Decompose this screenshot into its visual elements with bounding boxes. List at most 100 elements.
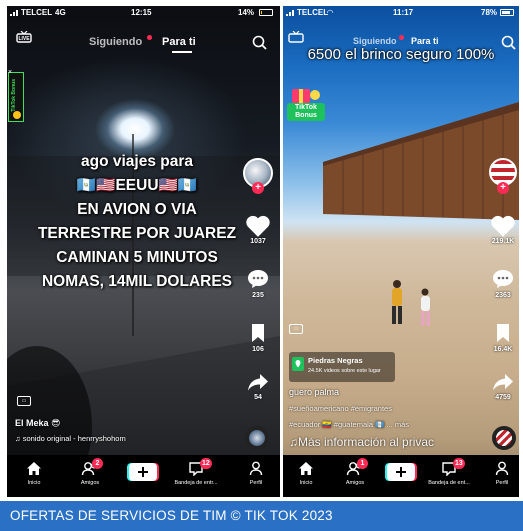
nav-friends-label: Amigos [345, 480, 365, 486]
clock: 11:17 [393, 8, 414, 17]
people-walking [392, 280, 430, 326]
caption-line: EN AVION O VIA [77, 201, 197, 218]
bottom-navigation: Inicio Amigos 2 Bandeja de entr... 12 Pe… [7, 455, 280, 497]
share-arrow-icon [248, 374, 268, 391]
share-arrow-icon [493, 374, 513, 391]
close-icon[interactable]: × [8, 69, 12, 76]
battery-percent: 14% [238, 8, 255, 17]
share-count: 4759 [495, 394, 511, 401]
battery-percent: 78% [481, 8, 498, 17]
friends-badge: 2 [92, 458, 103, 469]
captions-icon[interactable]: ▭ [17, 396, 31, 406]
live-button[interactable]: LIVE [15, 30, 33, 43]
save-button[interactable]: 16.4K [488, 322, 518, 353]
nav-inbox-label: Bandeja de ent... [428, 480, 470, 486]
tiktok-bonus-widget[interactable]: TikTok Bonus [287, 85, 325, 129]
wifi-icon: ◠ [327, 8, 334, 17]
top-navigation: LIVE Siguiendo Para ti [7, 30, 280, 53]
clock: 12:15 [131, 8, 152, 17]
signal-icon [10, 9, 20, 16]
save-count: 16.4K [493, 346, 513, 353]
carrier-label: TELCEL [21, 8, 53, 17]
share-count: 54 [254, 394, 262, 401]
sound-title: sonido original - henrryshohom [22, 434, 126, 443]
bonus-label-1: TikTok [11, 95, 17, 112]
status-bar: TELCEL 4G 12:15 14% [7, 6, 280, 20]
follow-plus-button[interactable]: + [497, 182, 509, 194]
profile-icon [495, 461, 509, 476]
like-button[interactable]: 1037 [243, 214, 273, 245]
bonus-label-2: Bonus [11, 79, 17, 95]
live-button[interactable] [287, 30, 305, 45]
left-phone-screen: TELCEL 4G 12:15 14% LIVE Siguiendo Para … [7, 6, 280, 497]
nav-home[interactable]: Inicio [19, 461, 49, 486]
comment-button[interactable]: 2363 [488, 268, 518, 299]
sound-disc[interactable] [245, 426, 269, 450]
nav-friends[interactable]: Amigos 1 [338, 458, 372, 486]
save-button[interactable]: 106 [243, 322, 273, 353]
creator-username[interactable]: El Meka 😎 [15, 418, 60, 429]
tiktok-bonus-widget[interactable]: × TikTok Bonus [8, 69, 24, 122]
bookmark-icon [252, 324, 264, 342]
video-overlay-title: 6500 el brinco seguro 100% [307, 46, 495, 63]
share-button[interactable]: 4759 [488, 372, 518, 401]
follow-plus-button[interactable]: + [252, 182, 264, 194]
tab-following[interactable]: Siguiendo [353, 36, 397, 46]
save-count: 106 [252, 346, 264, 353]
heart-icon [491, 215, 515, 237]
tab-following[interactable]: Siguiendo [89, 36, 142, 48]
nav-inbox-label: Bandeja de entr... [174, 480, 218, 486]
right-phone-screen: TELCEL ◠ 11:17 78% Siguiendo Para ti 650… [283, 6, 519, 497]
location-pin-icon [292, 357, 304, 371]
comment-icon [248, 270, 268, 288]
heart-icon [246, 215, 270, 237]
status-bar: TELCEL ◠ 11:17 78% [283, 6, 519, 20]
network-label: 4G [55, 8, 66, 17]
watermark-text: Más información al privac [298, 435, 435, 449]
share-button[interactable]: 54 [243, 372, 273, 401]
battery-icon [259, 9, 273, 16]
comment-icon [493, 270, 513, 288]
inbox-badge: 13 [453, 458, 465, 469]
caption-line: 🇬🇹🇺🇸EEUU🇺🇸🇬🇹 [76, 177, 198, 194]
caption-line: ago viajes para [80, 153, 193, 170]
nav-inbox[interactable]: Bandeja de ent... 13 [423, 458, 475, 486]
comment-button[interactable]: 235 [243, 268, 273, 299]
inbox-badge: 12 [200, 458, 212, 469]
hashtags-line[interactable]: #sueñoamericano #emigrantes [289, 404, 392, 413]
create-video-button[interactable] [129, 463, 157, 481]
live-tv-icon [288, 30, 304, 43]
comment-count: 2363 [495, 292, 511, 299]
nav-profile[interactable]: Perfil [489, 461, 515, 486]
nav-home[interactable]: Inicio [291, 461, 321, 486]
comment-count: 235 [252, 292, 264, 299]
nav-inbox[interactable]: Bandeja de entr... 12 [170, 458, 222, 486]
tab-for-you[interactable]: Para ti [411, 36, 439, 46]
search-icon[interactable] [252, 35, 267, 50]
profile-icon [249, 461, 263, 476]
bookmark-icon [497, 324, 509, 342]
battery-icon [500, 9, 514, 16]
active-tab-indicator [172, 51, 192, 53]
coin-icon [13, 111, 21, 119]
caption-line: NOMAS, 14MIL DOLARES [41, 273, 233, 290]
sound-label[interactable]: ♫ sonido original - henrryshohom [15, 434, 126, 443]
nav-friends[interactable]: Amigos 2 [73, 458, 107, 486]
sound-disc[interactable] [492, 426, 516, 450]
following-notification-dot [399, 35, 404, 40]
like-button[interactable]: 219.1K [488, 214, 518, 245]
location-tag[interactable]: Piedras Negras 24.5K videos sobre este l… [289, 352, 395, 382]
signal-icon [286, 9, 296, 16]
location-name: Piedras Negras [308, 356, 363, 365]
home-icon [299, 462, 313, 475]
create-video-button[interactable] [387, 463, 415, 481]
tab-for-you[interactable]: Para ti [162, 36, 196, 48]
creator-username[interactable]: guero palma [289, 387, 339, 397]
nav-profile-label: Perfil [495, 480, 509, 486]
image-credit-footer: OFERTAS DE SERVICIOS DE TIM © TIK TOK 20… [0, 501, 523, 531]
captions-icon[interactable]: ▭ [289, 324, 303, 334]
bonus-label-2: Bonus [295, 112, 317, 119]
nav-profile[interactable]: Perfil [243, 461, 269, 486]
hashtags-line[interactable]: #ecuador 🇪🇨 #guatemala 🇬🇹 ... más [289, 420, 409, 429]
screenshot-frame: TELCEL 4G 12:15 14% LIVE Siguiendo Para … [0, 0, 523, 531]
